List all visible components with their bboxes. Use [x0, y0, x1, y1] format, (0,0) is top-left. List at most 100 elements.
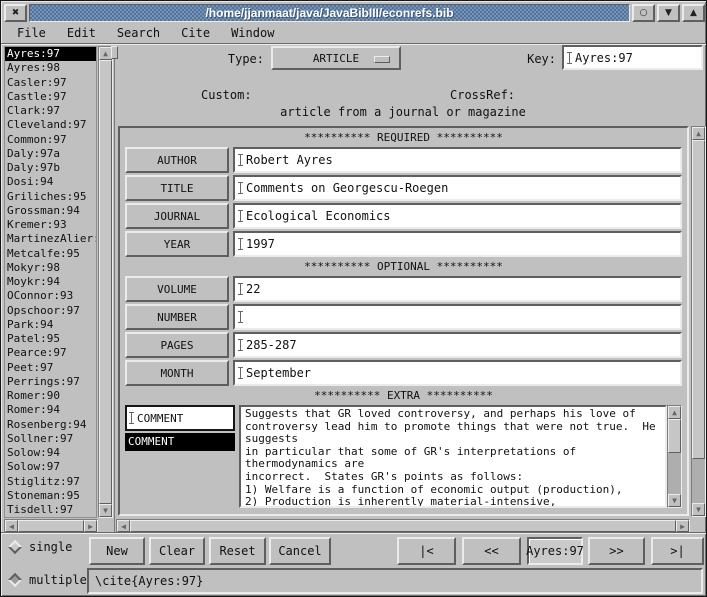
scroll-thumb[interactable]: [18, 520, 84, 532]
list-item[interactable]: Moykr:94: [5, 275, 96, 289]
number-label-button[interactable]: NUMBER: [125, 304, 229, 330]
list-item[interactable]: Ayres:98: [5, 61, 96, 75]
key-field[interactable]: Ayres:97: [562, 45, 703, 70]
scroll-down-icon[interactable]: ▼: [668, 494, 681, 507]
list-item[interactable]: Daly:97b: [5, 161, 96, 175]
mode-multiple-radio[interactable]: multiple: [10, 573, 87, 587]
scroll-up-icon[interactable]: ▲: [668, 406, 681, 419]
list-item[interactable]: Daly:97a: [5, 147, 96, 161]
list-item[interactable]: Peet:97: [5, 361, 96, 375]
title-strip[interactable]: /home/jjanmaat/java/JavaBibIII/econrefs.…: [29, 4, 630, 22]
list-item[interactable]: Mokyr:98: [5, 261, 96, 275]
nav-last-button[interactable]: >|: [651, 537, 704, 565]
list-item[interactable]: Tisdell:97: [5, 503, 96, 517]
list-item[interactable]: Perrings:97: [5, 375, 96, 389]
reset-button[interactable]: Reset: [209, 537, 266, 565]
new-button[interactable]: New: [89, 537, 145, 565]
year-field[interactable]: 1997: [233, 231, 682, 257]
scroll-left-icon[interactable]: ◀: [5, 520, 18, 532]
list-item[interactable]: Stoneman:95: [5, 489, 96, 503]
list-item[interactable]: Kremer:93: [5, 218, 96, 232]
nav-first-button[interactable]: |<: [397, 537, 456, 565]
scroll-thumb[interactable]: [692, 140, 705, 459]
scroll-down-icon[interactable]: ▼: [99, 504, 112, 517]
form-vscrollbar[interactable]: ▲ ▼: [691, 126, 706, 517]
list-item[interactable]: Castle:97: [5, 90, 96, 104]
volume-field[interactable]: 22: [233, 276, 682, 302]
list-item[interactable]: Rosenberg:94: [5, 418, 96, 432]
number-field[interactable]: [233, 304, 682, 330]
scroll-thumb[interactable]: [130, 520, 676, 532]
close-button[interactable]: ✖: [4, 4, 27, 22]
nav-next-button[interactable]: >>: [588, 537, 645, 565]
list-item[interactable]: Sollner:97: [5, 432, 96, 446]
scroll-trough[interactable]: [668, 453, 681, 494]
mode-single-radio[interactable]: single: [10, 540, 72, 554]
month-field[interactable]: September: [233, 360, 682, 386]
title-label-button[interactable]: TITLE: [125, 175, 229, 201]
list-item[interactable]: Solow:97: [5, 460, 96, 474]
text-caret: [238, 154, 243, 166]
list-item[interactable]: Metcalfe:95: [5, 247, 96, 261]
nav-prev-button[interactable]: <<: [462, 537, 521, 565]
clear-button[interactable]: Clear: [149, 537, 205, 565]
menu-item-file[interactable]: File: [14, 25, 49, 41]
menu-item-edit[interactable]: Edit: [64, 25, 99, 41]
list-item[interactable]: OConnor:93: [5, 289, 96, 303]
list-item[interactable]: Stiglitz:97: [5, 475, 96, 489]
scroll-up-icon[interactable]: ▲: [692, 127, 705, 140]
author-field[interactable]: Robert Ayres: [233, 147, 682, 173]
list-item[interactable]: Clark:97: [5, 104, 96, 118]
cancel-button[interactable]: Cancel: [269, 537, 331, 565]
list-item[interactable]: Patel:95: [5, 332, 96, 346]
shade-button[interactable]: ▼: [657, 4, 680, 22]
form-hscrollbar[interactable]: ◀ ▶: [116, 519, 690, 533]
scroll-right-icon[interactable]: ▶: [676, 520, 689, 532]
nav-current-display[interactable]: Ayres:97: [527, 537, 583, 565]
entry-list-vscrollbar[interactable]: ▲ ▼: [98, 46, 113, 518]
menu-item-search[interactable]: Search: [114, 25, 163, 41]
scroll-trough[interactable]: [692, 459, 705, 503]
journal-field[interactable]: Ecological Economics: [233, 203, 682, 229]
title-field[interactable]: Comments on Georgescu-Roegen: [233, 175, 682, 201]
list-item[interactable]: Grossman:94: [5, 204, 96, 218]
year-label-button[interactable]: YEAR: [125, 231, 229, 257]
list-item[interactable]: Romer:90: [5, 389, 96, 403]
titlebar[interactable]: ✖ /home/jjanmaat/java/JavaBibIII/econref…: [4, 4, 705, 22]
extra-field-list-item-selected[interactable]: COMMENT: [125, 433, 235, 451]
list-item[interactable]: Pearce:97: [5, 346, 96, 360]
textarea-vscrollbar[interactable]: ▲ ▼: [667, 405, 682, 508]
list-item[interactable]: Casler:97: [5, 76, 96, 90]
menu-item-window[interactable]: Window: [228, 25, 277, 41]
list-item[interactable]: MartinezAlier:9: [5, 232, 96, 246]
extra-field-combo-input[interactable]: COMMENT: [125, 405, 235, 431]
list-item[interactable]: Opschoor:97: [5, 304, 96, 318]
iconify-button[interactable]: ○: [632, 4, 655, 22]
entry-list-hscrollbar[interactable]: ◀ ▶: [4, 519, 98, 533]
journal-label-button[interactable]: JOURNAL: [125, 203, 229, 229]
scroll-thumb[interactable]: [99, 60, 112, 504]
menu-item-cite[interactable]: Cite: [178, 25, 213, 41]
list-item[interactable]: Park:94: [5, 318, 96, 332]
volume-label-button[interactable]: VOLUME: [125, 276, 229, 302]
scroll-right-icon[interactable]: ▶: [84, 520, 97, 532]
list-item[interactable]: Cleveland:97: [5, 118, 96, 132]
pages-field[interactable]: 285-287: [233, 332, 682, 358]
cite-field[interactable]: \cite{Ayres:97}: [87, 568, 703, 594]
pages-label-button[interactable]: PAGES: [125, 332, 229, 358]
author-label-button[interactable]: AUTHOR: [125, 147, 229, 173]
maximize-button[interactable]: ▲: [682, 4, 705, 22]
scroll-thumb[interactable]: [668, 419, 681, 453]
scroll-left-icon[interactable]: ◀: [117, 520, 130, 532]
list-item[interactable]: Common:97: [5, 133, 96, 147]
list-item[interactable]: Romer:94: [5, 403, 96, 417]
type-dropdown[interactable]: ARTICLE: [271, 46, 401, 70]
comment-textarea[interactable]: Suggests that GR loved controversy, and …: [239, 405, 667, 508]
sash-handle[interactable]: [111, 46, 118, 59]
month-label-button[interactable]: MONTH: [125, 360, 229, 386]
list-item[interactable]: Griliches:95: [5, 190, 96, 204]
list-item[interactable]: Ayres:97: [5, 47, 96, 61]
scroll-down-icon[interactable]: ▼: [692, 503, 705, 516]
list-item[interactable]: Solow:94: [5, 446, 96, 460]
list-item[interactable]: Dosi:94: [5, 175, 96, 189]
